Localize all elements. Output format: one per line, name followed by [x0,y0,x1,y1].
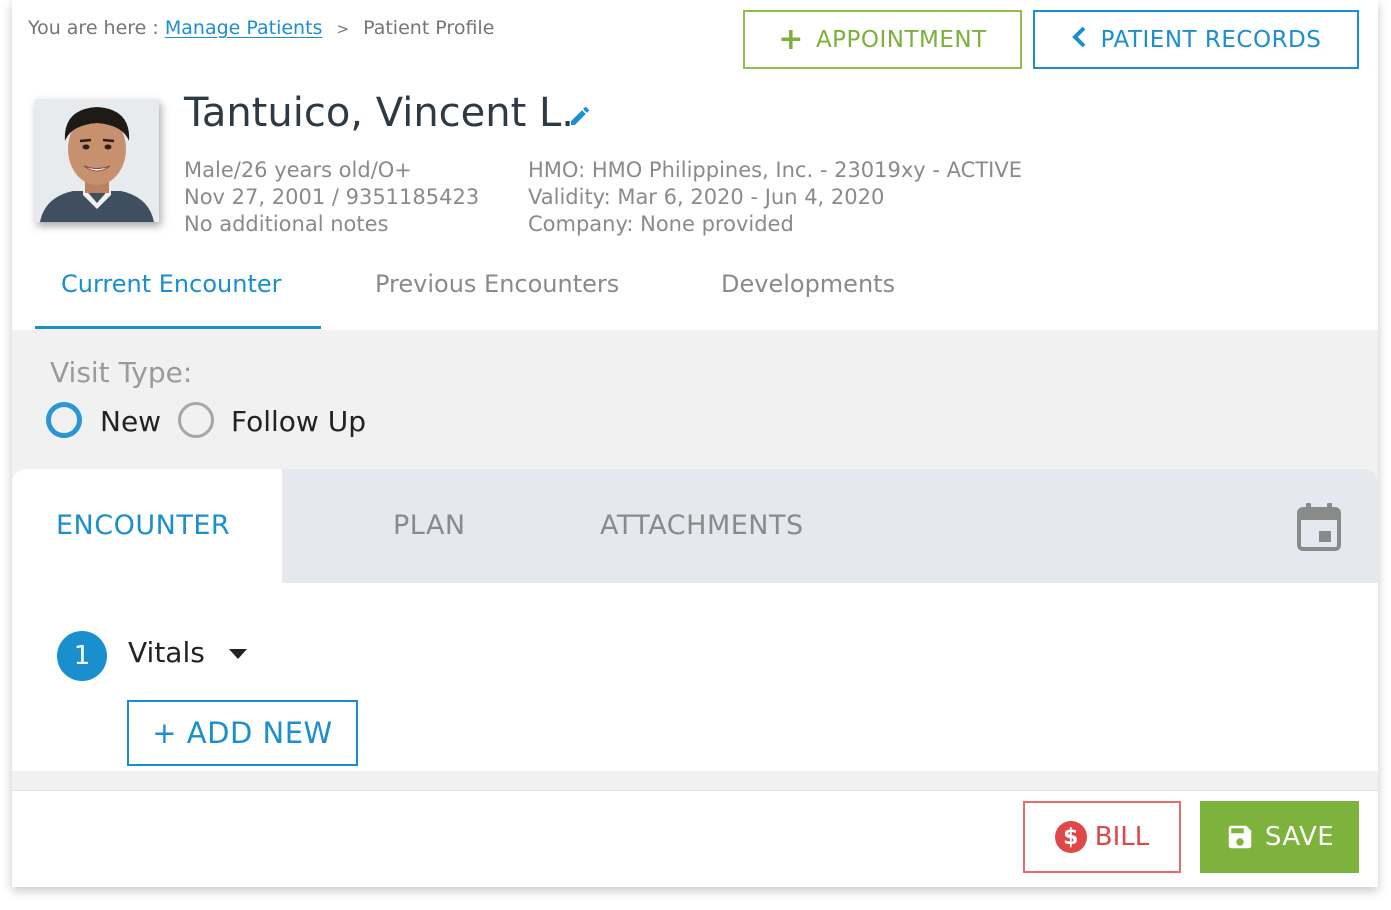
patient-sex-age-blood: Male/26 years old/O+ [184,158,412,182]
save-button[interactable]: SAVE [1200,801,1359,873]
visit-type-new-label[interactable]: New [100,405,161,438]
active-tab-indicator [35,326,321,329]
patient-records-label: PATIENT RECORDS [1100,26,1322,53]
bill-label: BILL [1094,822,1150,852]
bill-button[interactable]: $ BILL [1023,801,1181,873]
visit-type-label: Visit Type: [50,356,193,389]
patient-hmo: HMO: HMO Philippines, Inc. - 23019xy - A… [528,158,1022,182]
patient-validity: Validity: Mar 6, 2020 - Jun 4, 2020 [528,185,885,209]
patient-company: Company: None provided [528,212,794,236]
floppy-disk-icon [1225,822,1255,852]
vitals-section-label[interactable]: Vitals [128,636,205,669]
patient-avatar [35,99,159,222]
patient-insurance: HMO: HMO Philippines, Inc. - 23019xy - A… [528,157,1022,238]
patient-name: Tantuico, Vincent L. [184,90,575,136]
calendar-icon[interactable] [1297,503,1341,551]
patient-demographics: Male/26 years old/O+ Nov 27, 2001 / 9351… [184,157,479,238]
tab-previous-encounters[interactable]: Previous Encounters [375,270,619,298]
add-appointment-button[interactable]: + APPOINTMENT [743,10,1022,69]
patient-birthdate-phone: Nov 27, 2001 / 9351185423 [184,185,480,209]
visit-type-follow-up-label[interactable]: Follow Up [231,405,366,438]
step-number-badge: 1 [57,631,107,681]
breadcrumb-link-manage-patients[interactable]: Manage Patients [165,17,323,39]
chevron-left-icon [1071,25,1087,54]
breadcrumb-prefix: You are here : [28,17,159,39]
patient-notes: No additional notes [184,212,389,236]
save-label: SAVE [1264,822,1335,852]
add-new-vitals-button[interactable]: + ADD NEW [127,700,358,766]
dollar-icon: $ [1054,821,1087,853]
appointment-label: APPOINTMENT [815,26,987,53]
patient-profile-card: You are here : Manage Patients > Patient… [12,0,1378,887]
patient-records-button[interactable]: PATIENT RECORDS [1033,10,1359,69]
caret-down-icon[interactable] [229,649,247,659]
subtab-encounter[interactable]: ENCOUNTER [56,510,230,541]
breadcrumb-current: Patient Profile [363,17,495,39]
plus-icon: + [778,21,804,57]
breadcrumb: You are here : Manage Patients > Patient… [28,17,494,39]
visit-type-follow-up-radio[interactable] [178,402,214,438]
tab-current-encounter[interactable]: Current Encounter [61,270,282,298]
visit-type-new-radio[interactable] [46,402,82,438]
subtab-attachments[interactable]: ATTACHMENTS [600,510,804,541]
breadcrumb-separator: > [336,20,350,38]
subtab-plan[interactable]: PLAN [393,510,466,541]
pencil-icon[interactable] [568,104,592,128]
tab-developments[interactable]: Developments [721,270,895,298]
